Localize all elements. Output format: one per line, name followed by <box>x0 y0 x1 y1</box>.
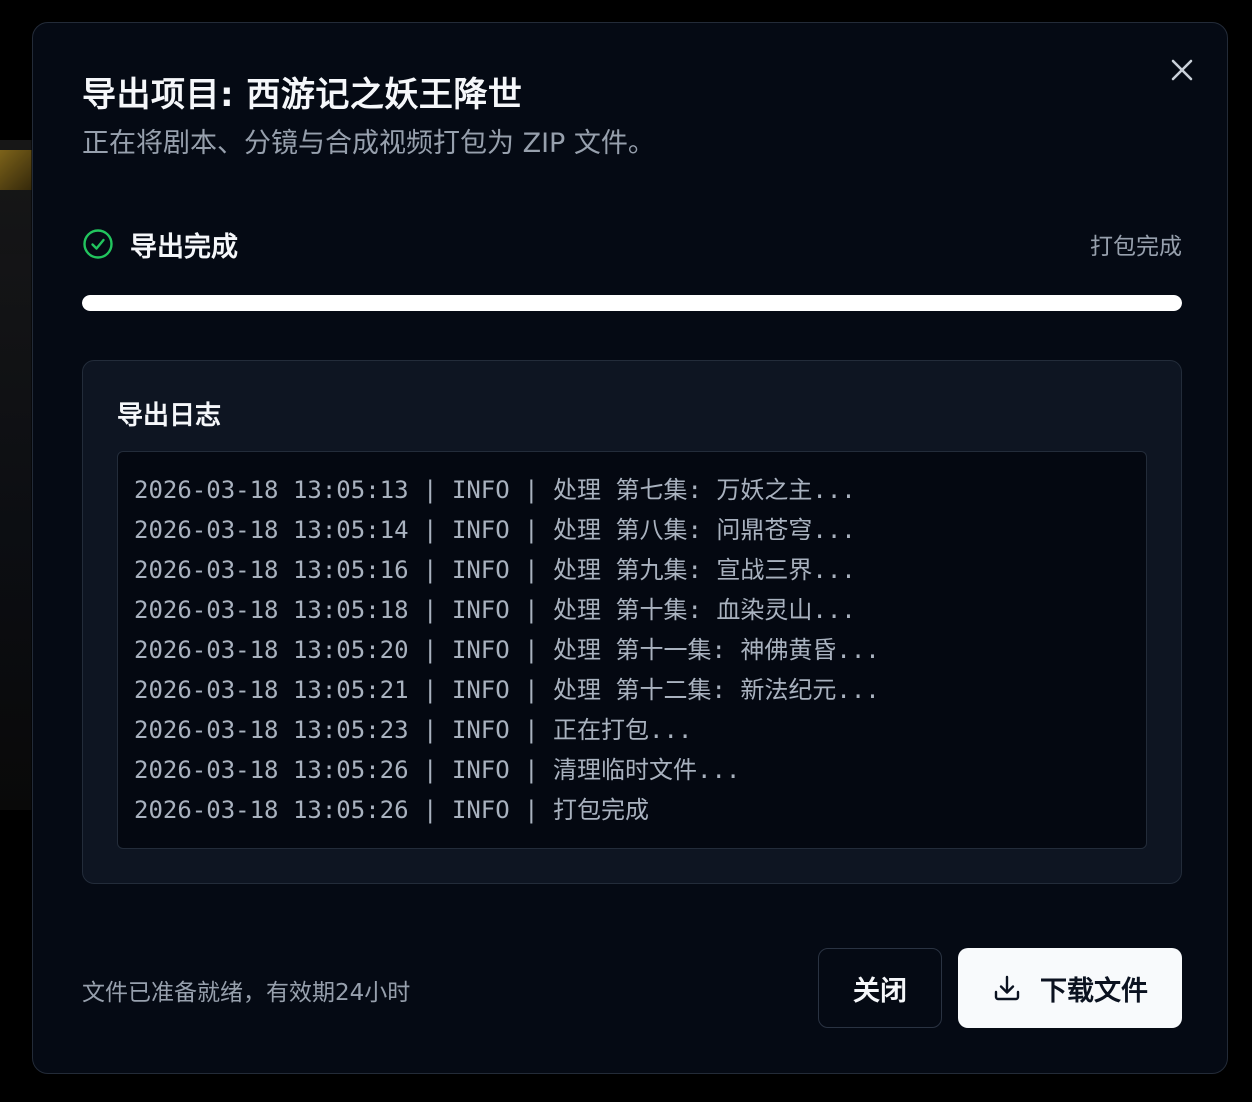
close-button[interactable]: 关闭 <box>818 948 942 1028</box>
export-status: 导出完成 打包完成 <box>82 223 1182 267</box>
log-title: 导出日志 <box>117 401 222 431</box>
status-label: 导出完成 <box>130 232 238 263</box>
dialog-title: 导出项目: 西游记之妖王降世 <box>82 75 523 115</box>
log-line: 2026-03-18 13:05:20 | INFO | 处理 第十一集: 神佛… <box>134 636 880 664</box>
progress-bar-fill <box>82 295 1182 311</box>
download-button[interactable]: 下载文件 <box>958 948 1182 1028</box>
log-line: 2026-03-18 13:05:18 | INFO | 处理 第十集: 血染灵… <box>134 596 856 624</box>
log-output[interactable]: 2026-03-18 13:05:13 | INFO | 处理 第七集: 万妖之… <box>117 451 1147 849</box>
check-circle-icon <box>82 228 114 260</box>
export-log-panel: 导出日志 2026-03-18 13:05:13 | INFO | 处理 第七集… <box>82 360 1182 884</box>
export-dialog: 导出项目: 西游记之妖王降世 正在将剧本、分镜与合成视频打包为 ZIP 文件。 … <box>32 22 1228 1074</box>
log-line: 2026-03-18 13:05:26 | INFO | 清理临时文件... <box>134 756 741 784</box>
expiry-note: 文件已准备就绪，有效期24小时 <box>82 980 411 1006</box>
log-line: 2026-03-18 13:05:23 | INFO | 正在打包... <box>134 716 693 744</box>
close-button-label: 关闭 <box>853 975 907 1007</box>
dialog-subtitle: 正在将剧本、分镜与合成视频打包为 ZIP 文件。 <box>82 128 655 159</box>
log-line: 2026-03-18 13:05:21 | INFO | 处理 第十二集: 新法… <box>134 676 880 704</box>
download-icon <box>992 973 1022 1003</box>
log-line: 2026-03-18 13:05:13 | INFO | 处理 第七集: 万妖之… <box>134 476 856 504</box>
download-button-label: 下载文件 <box>1040 975 1148 1007</box>
status-detail: 打包完成 <box>1090 234 1182 260</box>
close-icon[interactable] <box>1169 57 1195 83</box>
log-line: 2026-03-18 13:05:26 | INFO | 打包完成 <box>134 796 650 824</box>
progress-bar <box>82 295 1182 311</box>
log-line: 2026-03-18 13:05:14 | INFO | 处理 第八集: 问鼎苍… <box>134 516 856 544</box>
log-line: 2026-03-18 13:05:16 | INFO | 处理 第九集: 宣战三… <box>134 556 856 584</box>
